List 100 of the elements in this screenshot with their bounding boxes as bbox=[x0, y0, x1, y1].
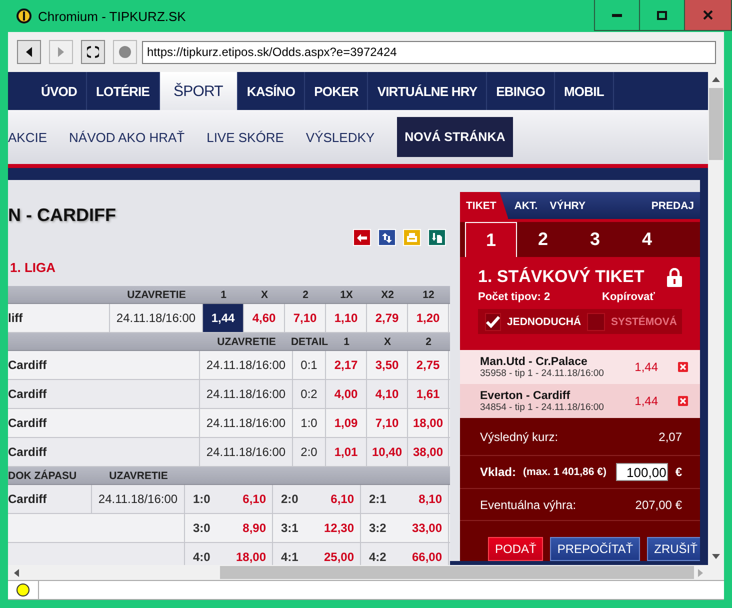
window-title: Chromium - TIPKURZ.SK bbox=[38, 8, 187, 24]
odds-cell[interactable]: 1,44 bbox=[203, 304, 244, 332]
odds-value: 33,00 bbox=[412, 521, 442, 535]
ticket-tab[interactable]: TIKET bbox=[460, 192, 508, 219]
potential-win-label: Eventuálna výhra: bbox=[480, 498, 576, 512]
odds-value: 12,30 bbox=[324, 521, 354, 535]
bet-odds: 1,44 bbox=[634, 394, 658, 408]
score-label: 2:1 bbox=[369, 492, 386, 506]
checkbox-label: SYSTÉMOVÁ bbox=[611, 316, 677, 328]
score-odds-cell[interactable]: 3:0 8,90 bbox=[185, 514, 273, 542]
date-cell: 24.11.18/16:00 bbox=[200, 438, 293, 466]
column-header: DETAIL bbox=[293, 334, 326, 350]
odds-value: 25,00 bbox=[324, 550, 354, 564]
download-button[interactable] bbox=[428, 229, 446, 246]
checkbox[interactable] bbox=[485, 312, 501, 330]
score-odds-cell[interactable]: 3:2 33,00 bbox=[361, 514, 449, 542]
stop-button[interactable] bbox=[113, 40, 137, 64]
odds-cell[interactable]: 7,10 bbox=[367, 409, 408, 437]
odds-cell[interactable]: 4,60 bbox=[244, 304, 285, 332]
checkbox[interactable] bbox=[587, 312, 605, 330]
odds-cell[interactable]: 1,61 bbox=[408, 380, 449, 408]
ticket-number-tab[interactable]: 2 bbox=[517, 222, 569, 257]
forward-button[interactable] bbox=[49, 40, 73, 64]
bet-detail: 34854 - tip 1 - 24.11.18/16:00 bbox=[480, 402, 605, 412]
close-icon[interactable] bbox=[678, 362, 688, 372]
scroll-left-icon[interactable] bbox=[14, 568, 19, 576]
ticket-number-tab[interactable]: 1 bbox=[465, 222, 517, 257]
stop-icon bbox=[119, 46, 131, 58]
odds-cell[interactable]: 4,00 bbox=[326, 380, 367, 408]
column-header: 1 bbox=[342, 334, 350, 350]
score-label: 3:2 bbox=[369, 521, 386, 535]
scroll-thumb[interactable] bbox=[220, 566, 694, 579]
odds-cell[interactable]: 3,50 bbox=[367, 351, 408, 379]
score-label: 2:0 bbox=[281, 492, 298, 506]
ticket-tab[interactable]: AKT. bbox=[508, 192, 544, 219]
odds-cell[interactable]: 1,10 bbox=[326, 304, 367, 332]
reload-button[interactable] bbox=[81, 40, 105, 64]
subnav-link[interactable]: AKCIE bbox=[8, 117, 48, 157]
action-button[interactable]: ZRUŠIŤ bbox=[647, 537, 700, 561]
match-cell: Cardiff bbox=[8, 485, 92, 513]
ticket-tab[interactable]: VÝHRY bbox=[544, 192, 592, 219]
odds-cell[interactable]: 2,75 bbox=[408, 351, 449, 379]
swap-button[interactable] bbox=[378, 229, 396, 246]
subnav-link[interactable]: NÁVOD AKO HRAŤ bbox=[69, 117, 185, 157]
odds-value: 66,00 bbox=[412, 550, 442, 564]
date-cell: 24.11.18/16:00 bbox=[92, 485, 185, 513]
close-button[interactable] bbox=[684, 0, 732, 31]
detail-cell: 0:1 bbox=[293, 351, 326, 379]
score-label: 1:0 bbox=[193, 492, 210, 506]
odds-cell[interactable]: 10,40 bbox=[367, 438, 408, 466]
back-icon bbox=[25, 47, 33, 57]
odds-cell[interactable]: 2,17 bbox=[326, 351, 367, 379]
match-cell: Cardiff bbox=[8, 351, 200, 379]
odds-cell[interactable]: 38,00 bbox=[408, 438, 449, 466]
nav-tab[interactable]: ŠPORT bbox=[160, 72, 238, 110]
odds-cell[interactable]: 1,09 bbox=[326, 409, 367, 437]
scroll-down-icon[interactable] bbox=[712, 554, 720, 559]
match-cell: Cardiff bbox=[8, 438, 200, 466]
action-button[interactable]: PREPOČÍTAŤ bbox=[550, 537, 640, 561]
score-odds-cell[interactable]: 2:0 6,10 bbox=[273, 485, 361, 513]
column-header: 12 bbox=[422, 288, 436, 302]
minimize-button[interactable] bbox=[594, 0, 640, 31]
odds-cell[interactable]: 18,00 bbox=[408, 409, 449, 437]
total-odds-label: Výsledný kurz: bbox=[480, 430, 558, 444]
ticket-title: 1. STÁVKOVÝ TIKET bbox=[478, 267, 644, 287]
bet-odds: 1,44 bbox=[634, 360, 658, 374]
odds-cell[interactable]: 7,10 bbox=[285, 304, 326, 332]
event-title: N - CARDIFF bbox=[8, 205, 117, 227]
odds-value: 6,10 bbox=[330, 492, 354, 506]
address-field[interactable]: https://tipkurz.etipos.sk/Odds.aspx?e=3972424 bbox=[142, 40, 716, 64]
odds-cell[interactable]: 1,01 bbox=[326, 438, 367, 466]
ticket-tab[interactable]: PREDAJ bbox=[645, 192, 700, 219]
scroll-thumb[interactable] bbox=[709, 88, 723, 160]
score-odds-cell[interactable]: 2:1 8,10 bbox=[361, 485, 449, 513]
arrow-left-icon bbox=[357, 234, 367, 242]
back-button[interactable] bbox=[17, 40, 41, 64]
action-button[interactable]: PODAŤ bbox=[488, 537, 544, 561]
maximize-icon bbox=[657, 10, 667, 20]
total-odds-value: 2,07 bbox=[658, 430, 682, 444]
odds-cell[interactable]: 1,20 bbox=[408, 304, 449, 332]
column-header: UZAVRETIE bbox=[108, 468, 169, 484]
close-icon[interactable] bbox=[678, 396, 688, 406]
subnav-link[interactable]: NOVÁ STRÁNKA bbox=[396, 117, 514, 157]
odds-value: 18,00 bbox=[236, 550, 266, 564]
copy-link[interactable]: Kopírovať bbox=[602, 291, 655, 303]
ticket-number-tab[interactable]: 3 bbox=[569, 222, 621, 257]
odds-cell[interactable]: 4,10 bbox=[367, 380, 408, 408]
ticket-number-tab[interactable]: 4 bbox=[621, 222, 673, 257]
forward-icon bbox=[57, 47, 65, 57]
odds-value: 8,90 bbox=[242, 521, 266, 535]
date-cell: 24.11.18/16:00 bbox=[200, 409, 293, 437]
odds-cell[interactable]: 2,79 bbox=[367, 304, 408, 332]
date-cell: 24.11.18/16:00 bbox=[200, 380, 293, 408]
stake-input[interactable]: 100,00 bbox=[616, 463, 668, 481]
score-odds-cell[interactable]: 3:1 12,30 bbox=[273, 514, 361, 542]
scroll-up-icon[interactable] bbox=[712, 77, 720, 82]
score-label: 4:2 bbox=[369, 550, 386, 564]
score-odds-cell[interactable]: 1:0 6,10 bbox=[185, 485, 273, 513]
subnav-link[interactable]: LIVE SKÓRE bbox=[206, 117, 284, 157]
subnav-link[interactable]: VÝSLEDKY bbox=[306, 117, 375, 157]
